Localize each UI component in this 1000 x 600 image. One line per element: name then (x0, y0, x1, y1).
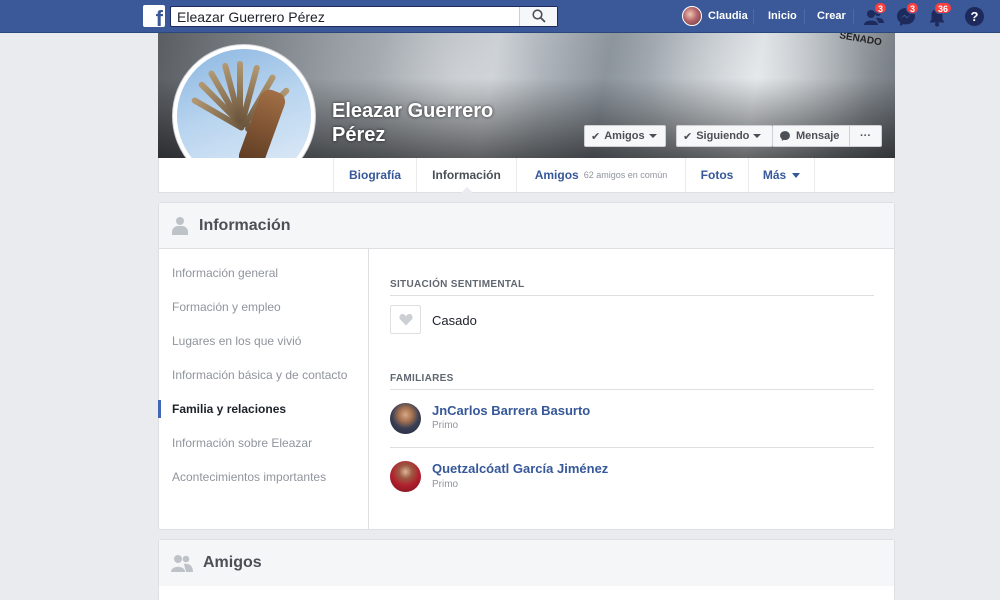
following-button-label: Siguiendo (696, 130, 750, 142)
nav-divider (753, 9, 754, 24)
tab-label: Información (432, 168, 501, 182)
nav-profile-link[interactable]: Claudia (682, 6, 748, 26)
tab-photos[interactable]: Fotos (685, 158, 748, 192)
help-icon[interactable]: ? (965, 7, 984, 26)
more-options-button[interactable]: ··· (849, 125, 882, 147)
sidebar-item-details-about[interactable]: Información sobre Eleazar (172, 436, 312, 450)
chevron-down-icon (753, 134, 762, 138)
family-member-relation: Primo (432, 479, 459, 490)
nav-divider (853, 9, 854, 24)
sidebar-item-family-relationships[interactable]: Familia y relaciones (172, 402, 286, 416)
friend-requests-badge: 3 (874, 2, 888, 14)
tab-label: Amigos (534, 168, 579, 182)
friends-card: Amigos (158, 539, 895, 600)
tab-information[interactable]: Información (416, 158, 516, 193)
family-member-name[interactable]: JnCarlos Barrera Basurto (432, 403, 590, 418)
family-member-name[interactable]: Quetzalcóatl García Jiménez (432, 461, 608, 476)
more-options-label: ··· (860, 130, 871, 142)
sidebar-item-contact-info[interactable]: Información básica y de contacto (172, 368, 347, 382)
information-card: Información Información general Formació… (158, 202, 895, 530)
divider (390, 389, 874, 390)
nav-divider (804, 9, 805, 24)
card-title: Información (199, 216, 291, 234)
check-icon: ✔ (591, 130, 601, 143)
sidebar-item-overview[interactable]: Información general (172, 266, 278, 280)
friends-button[interactable]: ✔ Amigos (584, 125, 666, 147)
search-box (170, 6, 558, 27)
tab-label: Biografía (348, 168, 401, 182)
relationship-section-title: SITUACIÓN SENTIMENTAL (390, 279, 525, 290)
message-button-label: Mensaje (796, 130, 840, 142)
messages-button[interactable]: 3 (895, 2, 920, 28)
friends-button-label: Amigos (604, 130, 645, 142)
divider (390, 447, 874, 448)
card-header: Información (159, 203, 894, 249)
info-sidebar: Información general Formación y empleo L… (158, 249, 369, 529)
divider (390, 295, 874, 296)
person-icon (171, 216, 189, 235)
relationship-icon-box (390, 305, 421, 334)
sidebar-item-places-lived[interactable]: Lugares en los que vivió (172, 334, 301, 348)
search-button[interactable] (519, 7, 557, 26)
cover-sign-text: SENADO (838, 33, 883, 49)
messages-badge: 3 (906, 2, 920, 14)
friend-requests-button[interactable]: 3 (863, 2, 888, 28)
notifications-badge: 36 (934, 2, 953, 14)
friends-icon (171, 555, 193, 572)
sidebar-item-life-events[interactable]: Acontecimientos importantes (172, 470, 326, 484)
messenger-icon (780, 131, 790, 141)
profile-tabs: Biografía Información Amigos 62 amigos e… (158, 158, 895, 193)
facebook-logo-icon[interactable]: f (143, 5, 165, 27)
notifications-button[interactable]: 36 (926, 2, 953, 28)
home-link[interactable]: Inicio (768, 10, 797, 22)
card-header: Amigos (159, 540, 894, 586)
heart-icon (399, 313, 413, 326)
create-link[interactable]: Crear (817, 10, 846, 22)
profile-name[interactable]: Eleazar Guerrero Pérez (332, 99, 532, 147)
message-button[interactable]: Mensaje (773, 125, 850, 147)
following-button[interactable]: ✔ Siguiendo (676, 125, 773, 147)
family-section-title: FAMILIARES (390, 373, 454, 384)
avatar (682, 6, 702, 26)
search-input[interactable] (171, 7, 511, 26)
mutual-friends-count: 62 amigos en común (583, 170, 668, 180)
tab-label: Fotos (700, 168, 734, 182)
search-icon (532, 9, 546, 23)
check-icon: ✔ (683, 130, 693, 143)
avatar[interactable] (390, 403, 421, 434)
active-indicator (158, 400, 161, 418)
card-title: Amigos (203, 554, 262, 571)
chevron-down-icon (648, 134, 657, 138)
chevron-down-icon (792, 172, 801, 178)
avatar[interactable] (390, 461, 421, 492)
relationship-status: Casado (432, 313, 477, 328)
top-bar: f Claudia Inicio Crear 3 3 (0, 0, 1000, 33)
tab-biography[interactable]: Biografía (333, 158, 416, 192)
family-member-relation: Primo (432, 420, 459, 431)
nav-user-name: Claudia (708, 10, 748, 22)
tab-label: Más (762, 168, 787, 182)
tab-more[interactable]: Más (748, 158, 815, 192)
sidebar-item-education-work[interactable]: Formación y empleo (172, 300, 281, 314)
tab-friends[interactable]: Amigos 62 amigos en común (516, 158, 685, 192)
